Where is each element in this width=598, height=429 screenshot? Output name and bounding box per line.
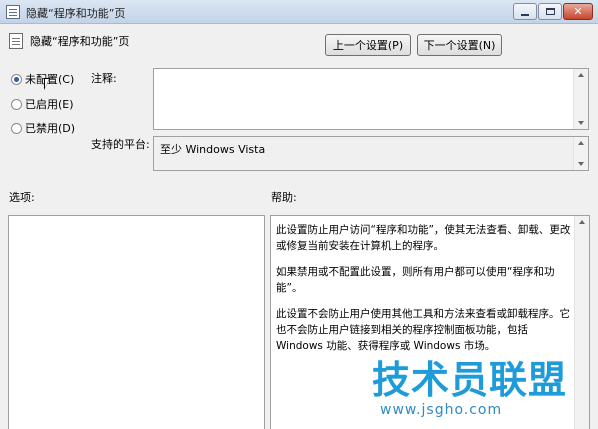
platform-scrollbar[interactable]: [573, 137, 588, 170]
radio-not-configured-indicator[interactable]: [11, 73, 22, 85]
scroll-down-icon[interactable]: [578, 162, 584, 166]
scroll-up-icon[interactable]: [578, 73, 584, 77]
scroll-up-icon[interactable]: [579, 220, 585, 224]
comment-label: 注释:: [91, 72, 117, 85]
watermark-logo-text: 技术员联盟: [372, 358, 568, 402]
help-label: 帮助:: [271, 191, 297, 204]
platform-value: 至少 Windows Vista: [160, 143, 266, 156]
policy-setting-icon: [9, 33, 23, 49]
radio-disabled-label: 已禁用(D): [25, 122, 76, 135]
previous-setting-button[interactable]: 上一个设置(P): [325, 34, 411, 56]
close-button[interactable]: ✕: [563, 3, 593, 20]
scroll-up-icon[interactable]: [578, 141, 584, 145]
radio-disabled[interactable]: 已禁用(D): [11, 120, 75, 136]
minimize-icon: [521, 13, 529, 16]
mouse-pointer-icon: [44, 78, 50, 90]
radio-enabled[interactable]: 已启用(E): [11, 96, 74, 112]
close-icon: ✕: [573, 5, 583, 18]
watermark-url: www.jsgho.com: [380, 402, 503, 418]
policy-window-icon: [6, 5, 20, 19]
radio-disabled-indicator[interactable]: [11, 122, 22, 134]
help-paragraph: 此设置不会防止用户使用其他工具和方法来查看或卸载程序。它也不会防止用户链接到相关…: [276, 308, 570, 352]
help-paragraph: 如果禁用或不配置此设置，则所有用户都可以使用“程序和功能”。: [276, 266, 555, 294]
title-bar: 隐藏“程序和功能”页 ✕: [0, 0, 598, 24]
maximize-icon: [545, 8, 555, 15]
next-setting-button[interactable]: 下一个设置(N): [417, 34, 502, 56]
minimize-button[interactable]: [513, 3, 537, 20]
policy-title: 隐藏“程序和功能”页: [30, 35, 130, 48]
help-paragraph: 此设置防止用户访问“程序和功能”，使其无法查看、卸载、更改或修复当前安装在计算机…: [276, 224, 571, 252]
radio-not-configured[interactable]: 未配置(C): [11, 71, 74, 87]
site-watermark: 技术员联盟 www.jsgho.com: [372, 360, 584, 426]
scroll-down-icon[interactable]: [578, 121, 584, 125]
platform-field: 至少 Windows Vista: [153, 136, 589, 171]
platform-label: 支持的平台:: [91, 138, 150, 151]
radio-enabled-indicator[interactable]: [11, 98, 22, 110]
options-pane: [8, 215, 265, 429]
options-label: 选项:: [9, 191, 35, 204]
window-title: 隐藏“程序和功能”页: [26, 7, 126, 20]
radio-enabled-label: 已启用(E): [25, 98, 74, 111]
maximize-button[interactable]: [538, 3, 562, 20]
comment-textarea[interactable]: [153, 68, 589, 130]
comment-scrollbar[interactable]: [573, 69, 588, 129]
help-text: 此设置防止用户访问“程序和功能”，使其无法查看、卸载、更改或修复当前安装在计算机…: [276, 222, 572, 364]
